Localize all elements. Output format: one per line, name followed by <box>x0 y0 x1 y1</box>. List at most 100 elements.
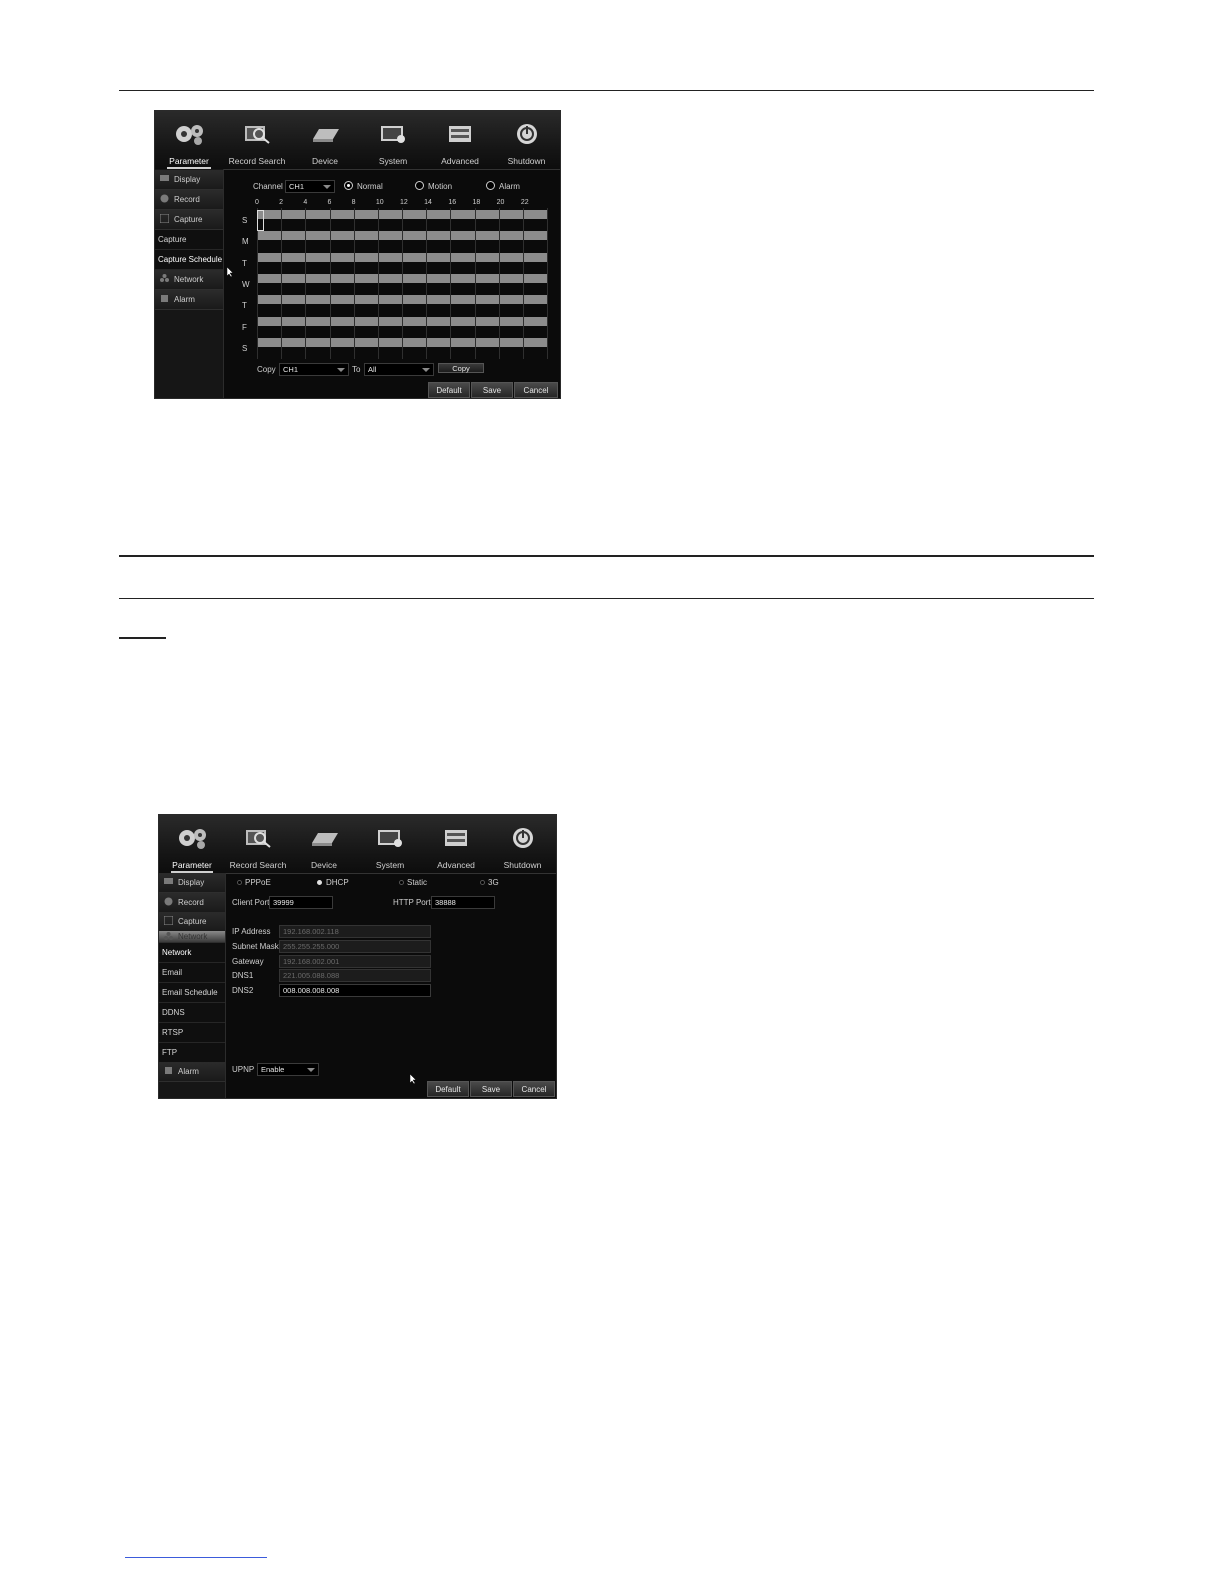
menu-device[interactable]: Device <box>291 815 357 873</box>
mouse-cursor-icon <box>227 267 234 277</box>
sidebar-sub-ddns[interactable]: DDNS <box>159 1003 225 1023</box>
header-rule <box>119 90 1094 91</box>
menu-device[interactable]: Device <box>291 111 359 169</box>
menu-advanced[interactable]: Advanced <box>423 815 489 873</box>
hour-label: 20 <box>496 199 505 206</box>
menu-shutdown[interactable]: Shutdown <box>493 111 560 169</box>
type-pppoe-radio[interactable] <box>237 880 242 885</box>
copy-button[interactable]: Copy <box>438 363 484 373</box>
copy-to-select[interactable]: All <box>364 363 434 376</box>
ip-address-field[interactable]: 192.168.002.118 <box>279 925 431 938</box>
mode-normal-radio[interactable] <box>344 181 353 190</box>
mode-alarm-radio[interactable] <box>486 181 495 190</box>
default-button[interactable]: Default <box>427 1081 469 1097</box>
mode-normal-label: Normal <box>357 182 383 191</box>
sidebar-item-capture[interactable]: Capture <box>155 210 223 230</box>
save-button[interactable]: Save <box>470 1081 512 1097</box>
gears-icon <box>179 829 206 849</box>
sidebar: Display Record Capture Capture Capture S… <box>155 169 224 398</box>
grid-selection-marker <box>257 210 264 231</box>
hour-label: 2 <box>279 199 284 206</box>
menu-parameter[interactable]: Parameter <box>159 815 225 873</box>
menu-label: Shutdown <box>507 156 546 166</box>
schedule-grid[interactable] <box>257 208 548 360</box>
channel-select[interactable]: CH1 <box>285 180 335 193</box>
sidebar-item-capture[interactable]: Capture <box>159 912 225 932</box>
menu-label: Advanced <box>441 156 479 166</box>
menu-parameter[interactable]: Parameter <box>155 111 223 169</box>
upnp-select[interactable]: Enable <box>257 1063 319 1076</box>
record-icon <box>164 897 173 906</box>
top-menu-bar: Parameter Record Search Device System Ad… <box>159 815 556 874</box>
menu-record-search[interactable]: Record Search <box>223 111 291 169</box>
power-icon <box>512 828 533 848</box>
sidebar-item-display[interactable]: Display <box>159 873 225 893</box>
type-dhcp-radio[interactable] <box>317 880 322 885</box>
menu-shutdown[interactable]: Shutdown <box>489 815 556 873</box>
default-button[interactable]: Default <box>428 382 470 398</box>
sidebar-sub-ftp[interactable]: FTP <box>159 1043 225 1063</box>
sidebar-item-alarm[interactable]: Alarm <box>159 1062 225 1082</box>
system-icon <box>378 830 402 847</box>
hour-label: 14 <box>424 199 432 206</box>
type-3g-radio[interactable] <box>480 880 485 885</box>
type-static-radio[interactable] <box>399 880 404 885</box>
sidebar-item-label: Alarm <box>178 1067 199 1076</box>
cancel-button[interactable]: Cancel <box>513 1081 555 1097</box>
ip-address-label: IP Address <box>232 927 271 936</box>
sidebar-item-alarm[interactable]: Alarm <box>155 290 223 310</box>
grid-line <box>329 208 331 360</box>
menu-label: Parameter <box>169 156 209 166</box>
display-icon <box>160 175 169 181</box>
grid-line <box>498 208 500 360</box>
mode-motion-label: Motion <box>428 182 453 191</box>
menu-system[interactable]: System <box>359 111 427 169</box>
dns1-value: 221.005.088.088 <box>283 971 340 980</box>
sidebar-sub-capture-schedule[interactable]: Capture Schedule <box>155 250 223 270</box>
menu-advanced[interactable]: Advanced <box>427 111 493 169</box>
dns2-field[interactable]: 008.008.008.008 <box>279 984 431 997</box>
footer-link-underline[interactable] <box>125 1557 267 1558</box>
mode-motion-radio[interactable] <box>415 181 424 190</box>
dns1-field[interactable]: 221.005.088.088 <box>279 969 431 982</box>
chevron-down-icon <box>422 368 430 372</box>
save-button[interactable]: Save <box>471 382 513 398</box>
subnet-mask-field[interactable]: 255.255.255.000 <box>279 940 431 953</box>
cancel-button[interactable]: Cancel <box>514 382 558 398</box>
type-pppoe-label: PPPoE <box>245 878 271 887</box>
sidebar-item-label: Network <box>178 932 208 941</box>
dns2-value: 008.008.008.008 <box>283 986 340 995</box>
type-static-label: Static <box>407 878 428 887</box>
sidebar-sub-network[interactable]: Network <box>159 943 225 963</box>
upnp-value: Enable <box>261 1065 285 1074</box>
menu-label: Advanced <box>437 860 475 870</box>
sidebar-sub-label: Network <box>162 948 192 957</box>
menu-label: Record Search <box>229 860 287 870</box>
sidebar-item-network[interactable]: Network <box>155 270 223 290</box>
client-port-field[interactable]: 39999 <box>269 896 333 909</box>
day-label: T <box>242 301 247 311</box>
sidebar-item-record[interactable]: Record <box>155 190 223 210</box>
to-label: To <box>352 365 361 374</box>
channel-label: Channel <box>253 182 283 191</box>
day-label: F <box>242 322 247 332</box>
sidebar-item-network[interactable]: Network <box>159 931 225 943</box>
mode-alarm-label: Alarm <box>499 182 520 191</box>
sidebar-sub-capture[interactable]: Capture <box>155 230 223 250</box>
gateway-field[interactable]: 192.168.002.001 <box>279 955 431 968</box>
menu-record-search[interactable]: Record Search <box>225 815 291 873</box>
hour-label: 12 <box>400 199 408 206</box>
http-port-field[interactable]: 38888 <box>431 896 495 909</box>
sidebar-item-label: Record <box>178 898 204 907</box>
sidebar-sub-rtsp[interactable]: RTSP <box>159 1023 225 1043</box>
menu-system[interactable]: System <box>357 815 423 873</box>
sidebar-item-display[interactable]: Display <box>155 170 223 190</box>
sidebar-sub-email[interactable]: Email <box>159 963 225 983</box>
sidebar-item-record[interactable]: Record <box>159 893 225 913</box>
copy-from-select[interactable]: CH1 <box>279 363 349 376</box>
hour-label: 0 <box>255 199 259 206</box>
menu-label: System <box>375 860 405 870</box>
top-menu-bar: Parameter Record Search Device System Ad… <box>155 111 560 170</box>
dns1-label: DNS1 <box>232 971 254 980</box>
sidebar-sub-email-schedule[interactable]: Email Schedule <box>159 983 225 1003</box>
